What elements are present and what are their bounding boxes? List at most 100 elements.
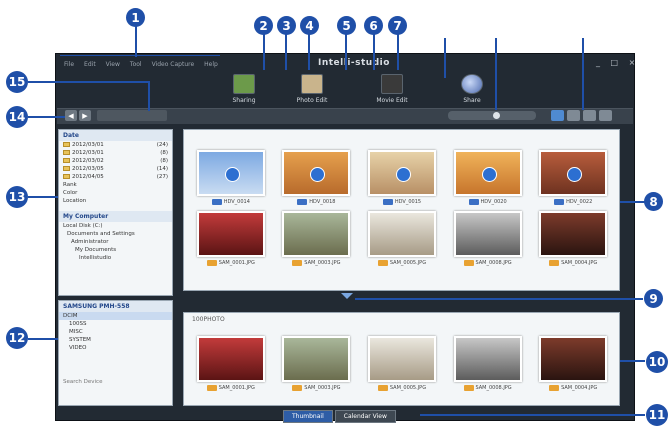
device-folder[interactable]: 100SS — [59, 320, 172, 328]
device-folder[interactable]: MISC — [59, 328, 172, 336]
view-split-button[interactable] — [583, 110, 596, 121]
callout-8: 8 — [644, 192, 663, 211]
sharing-label: Sharing — [232, 97, 256, 104]
callout-2: 2 — [254, 16, 273, 35]
photo-edit-button[interactable]: Photo Edit — [278, 60, 346, 104]
callout-line — [495, 38, 497, 110]
callout-line — [373, 30, 375, 70]
menu-view[interactable]: View — [106, 61, 120, 68]
date-item[interactable]: 2012/04/05 (27) — [59, 173, 172, 181]
date-item[interactable]: 2012/03/01 (24) — [59, 141, 172, 149]
share-label: Share — [463, 97, 481, 104]
library-thumbnail-grid: HDV_0014 HDV_0018 HDV_0015 HDV_0020 HDV_… — [192, 150, 612, 266]
menu-tool[interactable]: Tool — [130, 61, 142, 68]
photo-badge-icon — [206, 260, 217, 266]
play-icon — [567, 167, 583, 182]
menu-file[interactable]: File — [64, 61, 74, 68]
zoom-slider[interactable] — [448, 111, 536, 120]
callout-11: 11 — [646, 404, 668, 426]
tab-thumbnail[interactable]: Thumbnail — [283, 410, 333, 423]
callout-line — [444, 38, 446, 78]
device-folder-label: 100PHOTO — [192, 316, 225, 323]
thumbnail[interactable]: SAM_0004.JPG — [534, 336, 612, 391]
menu-bar: File Edit View Tool Video Capture Help — [60, 57, 222, 71]
device-folder[interactable]: SYSTEM — [59, 336, 172, 344]
callout-line — [28, 196, 58, 198]
photo-badge-icon — [377, 260, 388, 266]
thumbnail[interactable]: SAM_0008.JPG — [449, 336, 527, 391]
tab-calendar-view[interactable]: Calendar View — [334, 410, 396, 423]
callout-1: 1 — [126, 8, 145, 27]
thumbnail[interactable]: SAM_0008.JPG — [449, 211, 527, 266]
date-item[interactable]: 2012/03/05 (14) — [59, 165, 172, 173]
movie-edit-label: Movie Edit — [376, 97, 408, 104]
window-controls[interactable]: _ □ × — [596, 58, 639, 67]
library-tree-panel: Date 2012/03/01 (24) 2012/03/01 (8) 2012/0… — [58, 129, 173, 296]
photo-badge-icon — [206, 385, 217, 391]
share-globe-icon — [461, 74, 483, 94]
folder-icon — [63, 158, 70, 163]
location-item[interactable]: Location — [59, 197, 172, 205]
view-list-button[interactable] — [599, 110, 612, 121]
path-box[interactable] — [97, 110, 167, 121]
callout-line — [28, 338, 58, 340]
callout-line — [28, 81, 148, 83]
thumbnail[interactable]: SAM_0005.JPG — [363, 336, 441, 391]
folder-icon — [63, 174, 70, 179]
search-device-button[interactable]: Search Device — [59, 378, 172, 386]
device-folder[interactable]: DCIM — [59, 312, 172, 320]
device-header[interactable]: SAMSUNG PMH-558 — [59, 301, 172, 312]
thumbnail[interactable]: SAM_0003.JPG — [278, 336, 356, 391]
photo-badge-icon — [377, 385, 388, 391]
thumbnail[interactable]: SAM_0004.JPG — [534, 211, 612, 266]
callout-line — [308, 30, 310, 70]
photo-badge-icon — [549, 385, 560, 391]
play-icon — [224, 167, 240, 182]
callout-line — [263, 30, 265, 70]
callout-7: 7 — [388, 16, 407, 35]
thumbnail[interactable]: SAM_0005.JPG — [363, 211, 441, 266]
color-item[interactable]: Color — [59, 189, 172, 197]
folder-icon — [63, 150, 70, 155]
thumbnail[interactable]: HDV_0018 — [278, 150, 356, 205]
callout-line — [28, 116, 65, 118]
computer-item[interactable]: Local Disk (C:) — [59, 222, 172, 230]
folder-icon — [63, 142, 70, 147]
date-item[interactable]: 2012/03/01 (8) — [59, 149, 172, 157]
computer-item[interactable]: My Documents — [59, 246, 172, 254]
thumbnail[interactable]: SAM_0001.JPG — [192, 336, 270, 391]
thumbnail[interactable]: SAM_0001.JPG — [192, 211, 270, 266]
view-thumbnail-button[interactable] — [551, 110, 564, 121]
computer-item[interactable]: Documents and Settings — [59, 230, 172, 238]
menu-edit[interactable]: Edit — [84, 61, 96, 68]
folder-icon — [63, 166, 70, 171]
forward-button[interactable]: ▶ — [79, 110, 91, 121]
thumbnail[interactable]: HDV_0014 — [192, 150, 270, 205]
thumbnail[interactable]: HDV_0020 — [449, 150, 527, 205]
thumbnail[interactable]: HDV_0015 — [363, 150, 441, 205]
date-header[interactable]: Date — [59, 130, 172, 141]
thumbnail[interactable]: HDV_0022 — [534, 150, 612, 205]
callout-13: 13 — [6, 186, 28, 208]
view-single-button[interactable] — [567, 110, 580, 121]
my-computer-header[interactable]: My Computer — [59, 211, 172, 222]
photo-badge-icon — [463, 260, 474, 266]
computer-item[interactable]: Administrator — [59, 238, 172, 246]
device-folder[interactable]: VIDEO — [59, 344, 172, 352]
play-icon — [481, 167, 497, 182]
thumbnail[interactable]: SAM_0003.JPG — [278, 211, 356, 266]
movie-edit-button[interactable]: Movie Edit — [358, 60, 426, 104]
zoom-slider-knob[interactable] — [492, 112, 500, 119]
rank-item[interactable]: Rank — [59, 181, 172, 189]
sharing-button[interactable]: Sharing — [210, 60, 278, 104]
video-badge-icon — [382, 199, 393, 205]
date-item[interactable]: 2012/03/02 (8) — [59, 157, 172, 165]
back-button[interactable]: ◀ — [65, 110, 77, 121]
callout-line — [397, 30, 399, 70]
menu-video-capture[interactable]: Video Capture — [152, 61, 195, 68]
callout-line — [620, 360, 645, 362]
sharing-icon — [233, 74, 255, 94]
play-icon — [310, 167, 326, 182]
expand-arrow-icon[interactable] — [341, 293, 353, 299]
computer-item[interactable]: Intellistudio — [59, 254, 172, 262]
